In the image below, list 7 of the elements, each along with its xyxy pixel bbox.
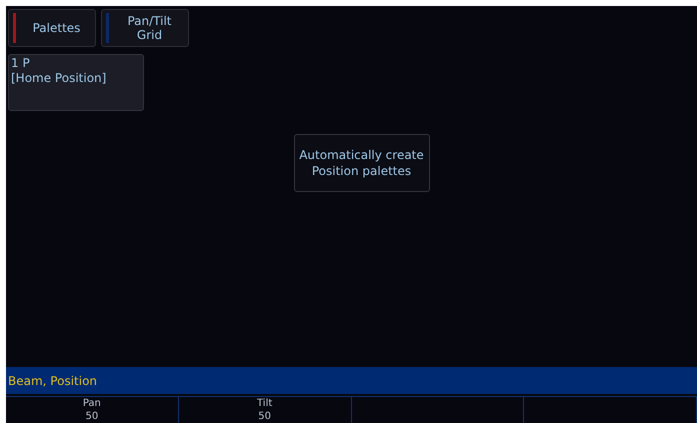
category-label: Beam, Position	[8, 374, 98, 388]
encoder-cell[interactable]: Pan 50	[6, 397, 179, 423]
create-button[interactable]: Automatically create Position palettes	[294, 134, 430, 192]
tab[interactable]: Palettes	[8, 9, 96, 47]
tab[interactable]: Pan/Tilt Grid	[101, 9, 189, 47]
encoder-cell[interactable]: Tilt 50	[178, 397, 352, 423]
palette-button[interactable]: 1 P [Home Position]	[8, 54, 144, 111]
